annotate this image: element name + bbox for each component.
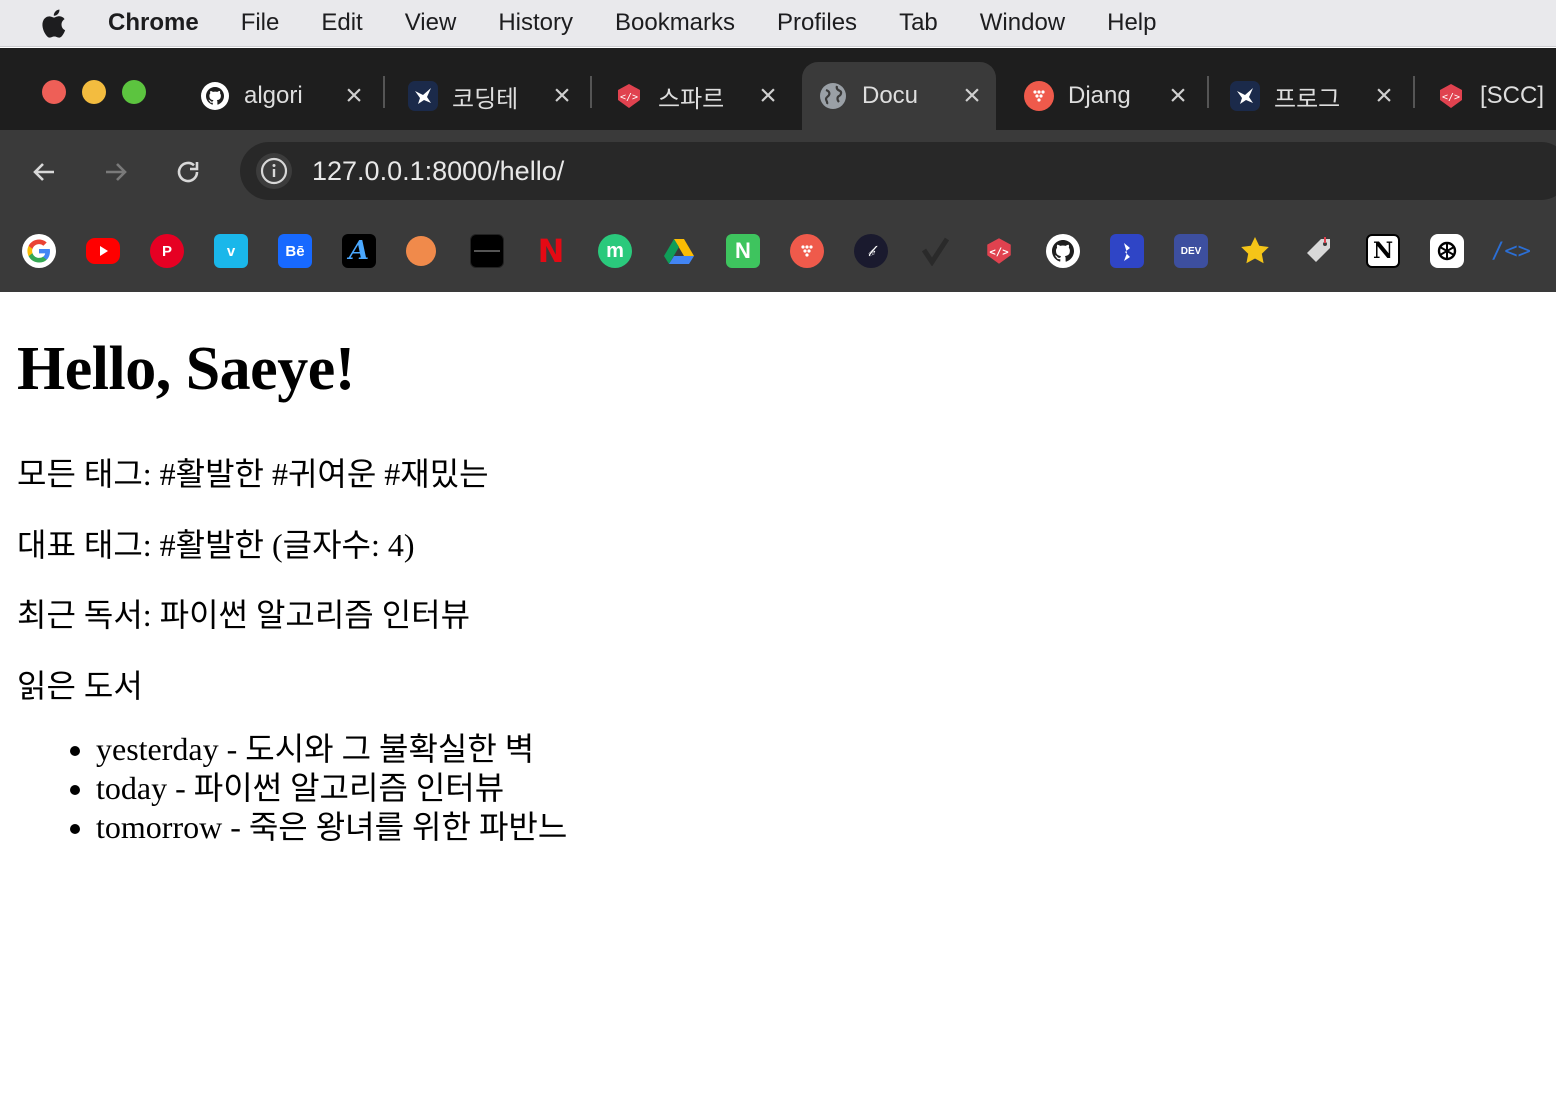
pen-icon[interactable]: 𝒷 [854,234,888,268]
behance-icon[interactable]: Bē [278,234,312,268]
menu-bookmarks[interactable]: Bookmarks [615,9,735,37]
tab-title: Docu [862,82,919,109]
typography-icon[interactable]: A [342,234,376,268]
github-icon [200,81,230,111]
tab-algori[interactable]: algori × [184,62,384,130]
all-tags-text: 모든 태그: #활발한 #귀여운 #재밌는 [17,456,489,492]
apple-logo-icon[interactable] [40,7,68,39]
m-icon[interactable]: m [598,234,632,268]
tab-scc[interactable]: </> [SCC] [1420,62,1556,130]
tab-programmers[interactable]: 프로그 × [1214,62,1414,130]
tab-title: [SCC] [1480,82,1545,109]
tab-document-active[interactable]: Docu × [802,62,996,130]
svg-text:</>: </> [989,245,1008,258]
svg-text:</>: </> [620,92,638,103]
tab-divider [590,76,592,108]
list-item: today - 파이썬 알고리즘 인터뷰 [96,769,567,808]
close-tab-icon[interactable]: × [342,81,366,111]
tab-title: Djang [1068,82,1131,109]
dark-icon[interactable] [470,234,504,268]
read-books-label: 읽은 도서 [17,668,143,704]
minimize-window-button[interactable] [82,80,106,104]
tab-django[interactable]: Djang × [1008,62,1208,130]
tab-strip: algori × 코딩테 × </> 스파르 × Docu × Djang × … [0,48,1556,130]
page-content: Hello, Saeye! 모든 태그: #활발한 #귀여운 #재밌는 대표 태… [0,292,1556,1110]
openai-icon[interactable] [1430,234,1464,268]
svg-text:</>: </> [1442,92,1460,103]
address-bar[interactable]: 127.0.0.1:8000/hello/ [240,142,1556,200]
back-button[interactable] [24,152,64,192]
n-icon[interactable]: N [726,234,760,268]
basketball-icon[interactable] [406,236,436,266]
list-item: tomorrow - 죽은 왕녀를 위한 파반느 [96,808,567,847]
bird-icon [1230,81,1260,111]
netflix-icon[interactable]: N [534,232,568,270]
code-icon[interactable]: /<> [1491,234,1531,268]
dots-icon[interactable] [790,234,824,268]
tag-icon[interactable] [1302,234,1336,268]
star-icon[interactable] [1238,234,1272,268]
menu-edit[interactable]: Edit [321,9,362,37]
menu-view[interactable]: View [405,9,457,37]
tab-title: 코딩테 [452,85,519,113]
check-icon[interactable] [918,234,952,268]
forward-button[interactable] [96,152,136,192]
tab-divider [1207,76,1209,108]
zoom-window-button[interactable] [122,80,146,104]
page-heading: Hello, Saeye! [17,335,355,403]
youtube-icon[interactable] [86,238,120,264]
close-window-button[interactable] [42,80,66,104]
bookmarks-bar: P v Bē A N m N 𝒷 </> DEV N /<> [0,212,1556,292]
pinterest-icon[interactable]: P [150,234,184,268]
menu-history[interactable]: History [498,9,573,37]
close-tab-icon[interactable]: × [960,81,984,111]
read-books-list: yesterday - 도시와 그 불확실한 벽 today - 파이썬 알고리… [96,730,567,847]
drive-icon[interactable] [662,234,696,268]
site-info-icon[interactable] [256,153,292,189]
notion-icon[interactable]: N [1366,234,1400,268]
close-tab-icon[interactable]: × [756,81,780,111]
dots-icon [1024,81,1054,111]
close-tab-icon[interactable]: × [550,81,574,111]
sparta-icon[interactable]: </> [982,234,1016,268]
macos-menu-bar: Chrome File Edit View History Bookmarks … [0,0,1556,47]
sparta-icon: </> [614,81,644,111]
bird-icon [408,81,438,111]
google-icon[interactable] [22,234,56,268]
tab-title: 스파르 [658,85,725,113]
recent-book-text: 최근 독서: 파이썬 알고리즘 인터뷰 [17,597,471,633]
tab-divider [383,76,385,108]
url-text[interactable]: 127.0.0.1:8000/hello/ [312,156,564,187]
dev-icon[interactable]: DEV [1174,234,1208,268]
menu-profiles[interactable]: Profiles [777,9,857,37]
browser-window-chrome: algori × 코딩테 × </> 스파르 × Docu × Djang × … [0,48,1556,292]
blue-bird-icon[interactable] [1110,234,1144,268]
github-icon[interactable] [1046,234,1080,268]
menu-file[interactable]: File [241,9,280,37]
tab-coding-test[interactable]: 코딩테 × [392,62,592,130]
reload-button[interactable] [168,152,208,192]
menu-tab[interactable]: Tab [899,9,938,37]
list-item: yesterday - 도시와 그 불확실한 벽 [96,730,567,769]
sparta-icon: </> [1436,81,1466,111]
tab-title: 프로그 [1274,85,1341,113]
close-tab-icon[interactable]: × [1372,81,1396,111]
tab-title: algori [244,82,303,109]
tab-divider [1413,76,1415,108]
main-tag-text: 대표 태그: #활발한 (글자수: 4) [17,527,415,563]
globe-icon [818,81,848,111]
tab-sparta[interactable]: </> 스파르 × [598,62,798,130]
vimeo-icon[interactable]: v [214,234,248,268]
close-tab-icon[interactable]: × [1166,81,1190,111]
menu-window[interactable]: Window [980,9,1065,37]
menu-app-chrome[interactable]: Chrome [108,9,199,37]
menu-help[interactable]: Help [1107,9,1156,37]
browser-toolbar: 127.0.0.1:8000/hello/ [0,130,1556,212]
